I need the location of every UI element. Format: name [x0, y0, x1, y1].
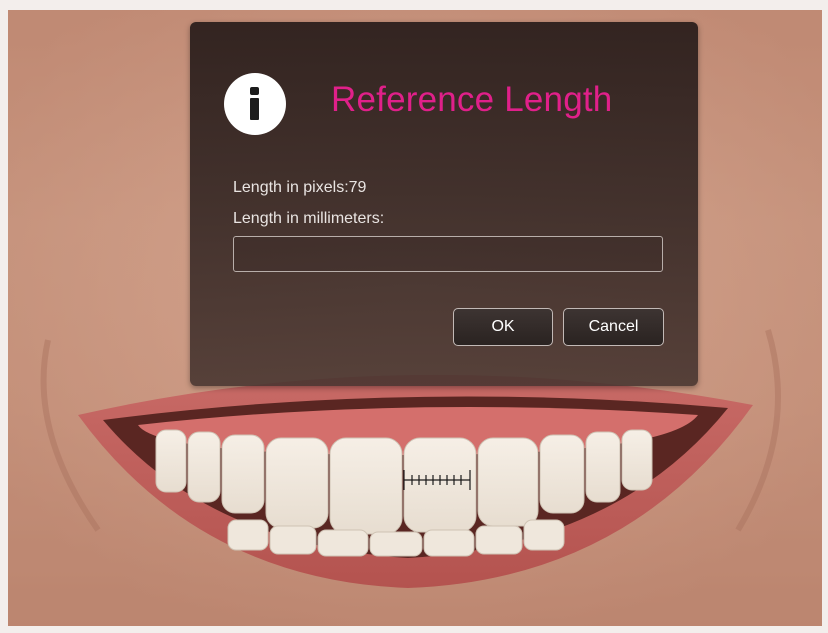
length-mm-label: Length in millimeters: [233, 210, 385, 227]
length-pixels-label: Length in pixels:79 [233, 179, 367, 196]
cancel-button[interactable]: Cancel [563, 308, 664, 346]
info-icon-dot [250, 87, 259, 95]
ok-button[interactable]: OK [453, 308, 553, 346]
info-icon-stem [250, 98, 259, 120]
length-mm-input[interactable] [233, 236, 663, 272]
dialog-title: Reference Length [331, 80, 613, 119]
info-icon [224, 73, 286, 135]
reference-length-dialog: Reference Length Length in pixels:79 Len… [190, 22, 698, 386]
